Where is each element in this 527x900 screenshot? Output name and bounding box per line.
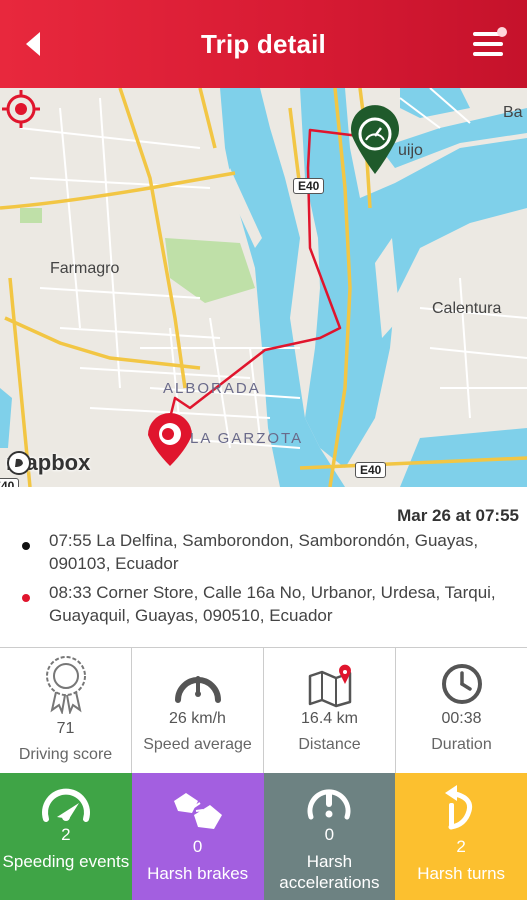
road-shield-e40: E40 bbox=[355, 462, 387, 478]
stat-label: Distance bbox=[298, 736, 361, 753]
event-harsh-accelerations[interactable]: 0 Harsh accelerations bbox=[263, 773, 396, 900]
stat-value: 71 bbox=[56, 720, 75, 737]
stat-label: Speed average bbox=[143, 736, 252, 753]
event-label: Harsh turns bbox=[417, 864, 506, 883]
start-address-text: 07:55 La Delfina, Samborondon, Samborond… bbox=[49, 531, 479, 573]
event-label: Harsh brakes bbox=[147, 864, 249, 883]
end-dot-icon bbox=[22, 594, 30, 602]
end-address: 08:33 Corner Store, Calle 16a No, Urbano… bbox=[22, 581, 522, 627]
clock-icon bbox=[441, 664, 482, 704]
turn-arrow-icon bbox=[445, 785, 473, 830]
trip-info: Mar 26 at 07:55 07:55 La Delfina, Sambor… bbox=[0, 487, 527, 647]
trip-events: 2 Speeding events 0 Harsh brakes 0 Harsh… bbox=[0, 773, 527, 900]
map-label-garzota: LA GARZOTA bbox=[190, 430, 304, 447]
speedometer-icon bbox=[174, 676, 221, 703]
stat-value: 26 km/h bbox=[169, 710, 226, 727]
speeding-gauge-icon bbox=[41, 788, 90, 822]
stat-distance: 16.4 km Distance bbox=[264, 648, 396, 773]
stat-driving-score: 71 Driving score bbox=[0, 648, 132, 773]
start-dot-icon bbox=[22, 542, 30, 550]
stat-speed-average: 26 km/h Speed average bbox=[132, 648, 264, 773]
stat-label: Duration bbox=[431, 736, 492, 753]
app-header: Trip detail bbox=[0, 0, 527, 88]
locate-target-icon[interactable] bbox=[0, 88, 42, 130]
stat-label: Driving score bbox=[18, 746, 113, 763]
map-label-calentura: Calentura bbox=[432, 300, 502, 317]
start-address: 07:55 La Delfina, Samborondon, Samborond… bbox=[22, 529, 522, 575]
trip-stats: 71 Driving score 26 km/h Speed average 1… bbox=[0, 647, 527, 773]
alert-gauge-icon bbox=[307, 789, 351, 820]
event-value: 2 bbox=[456, 837, 466, 856]
event-value: 0 bbox=[192, 837, 203, 856]
event-value: 0 bbox=[324, 825, 335, 844]
page-title: Trip detail bbox=[200, 28, 326, 59]
event-harsh-brakes[interactable]: 0 Harsh brakes bbox=[131, 773, 264, 900]
event-value: 2 bbox=[61, 825, 71, 844]
mapbox-logo-icon bbox=[7, 451, 31, 475]
event-label: Speeding events bbox=[2, 852, 130, 871]
end-marker-icon[interactable] bbox=[148, 413, 192, 466]
stat-value: 16.4 km bbox=[301, 710, 358, 727]
stat-duration: 00:38 Duration bbox=[396, 648, 527, 773]
trip-map[interactable]: Farmagro Calentura ALBORADA LA GARZOTA u… bbox=[0, 88, 527, 487]
map-label-tuijo: uijo bbox=[398, 142, 423, 159]
map-label-ba: Ba bbox=[503, 104, 523, 121]
road-shield-e40: E40 bbox=[0, 478, 20, 487]
car-crash-icon bbox=[173, 793, 222, 829]
road-shield-e40: E40 bbox=[293, 178, 325, 194]
end-address-text: 08:33 Corner Store, Calle 16a No, Urbano… bbox=[49, 583, 496, 625]
hamburger-menu-icon[interactable] bbox=[469, 26, 509, 62]
map-pin-icon bbox=[308, 664, 351, 708]
stat-value: 00:38 bbox=[441, 710, 482, 727]
back-arrow-icon[interactable] bbox=[16, 26, 52, 62]
award-ribbon-icon bbox=[45, 656, 86, 714]
event-label: Harsh accelerations bbox=[279, 852, 380, 892]
trip-date: Mar 26 at 07:55 bbox=[397, 506, 519, 525]
map-canvas bbox=[0, 88, 527, 487]
event-speeding[interactable]: 2 Speeding events bbox=[0, 773, 132, 900]
map-label-farmagro: Farmagro bbox=[50, 260, 120, 277]
map-label-alborada: ALBORADA bbox=[163, 380, 261, 397]
event-harsh-turns[interactable]: 2 Harsh turns bbox=[395, 773, 527, 900]
mapbox-attribution[interactable]: mapbox bbox=[6, 450, 90, 476]
